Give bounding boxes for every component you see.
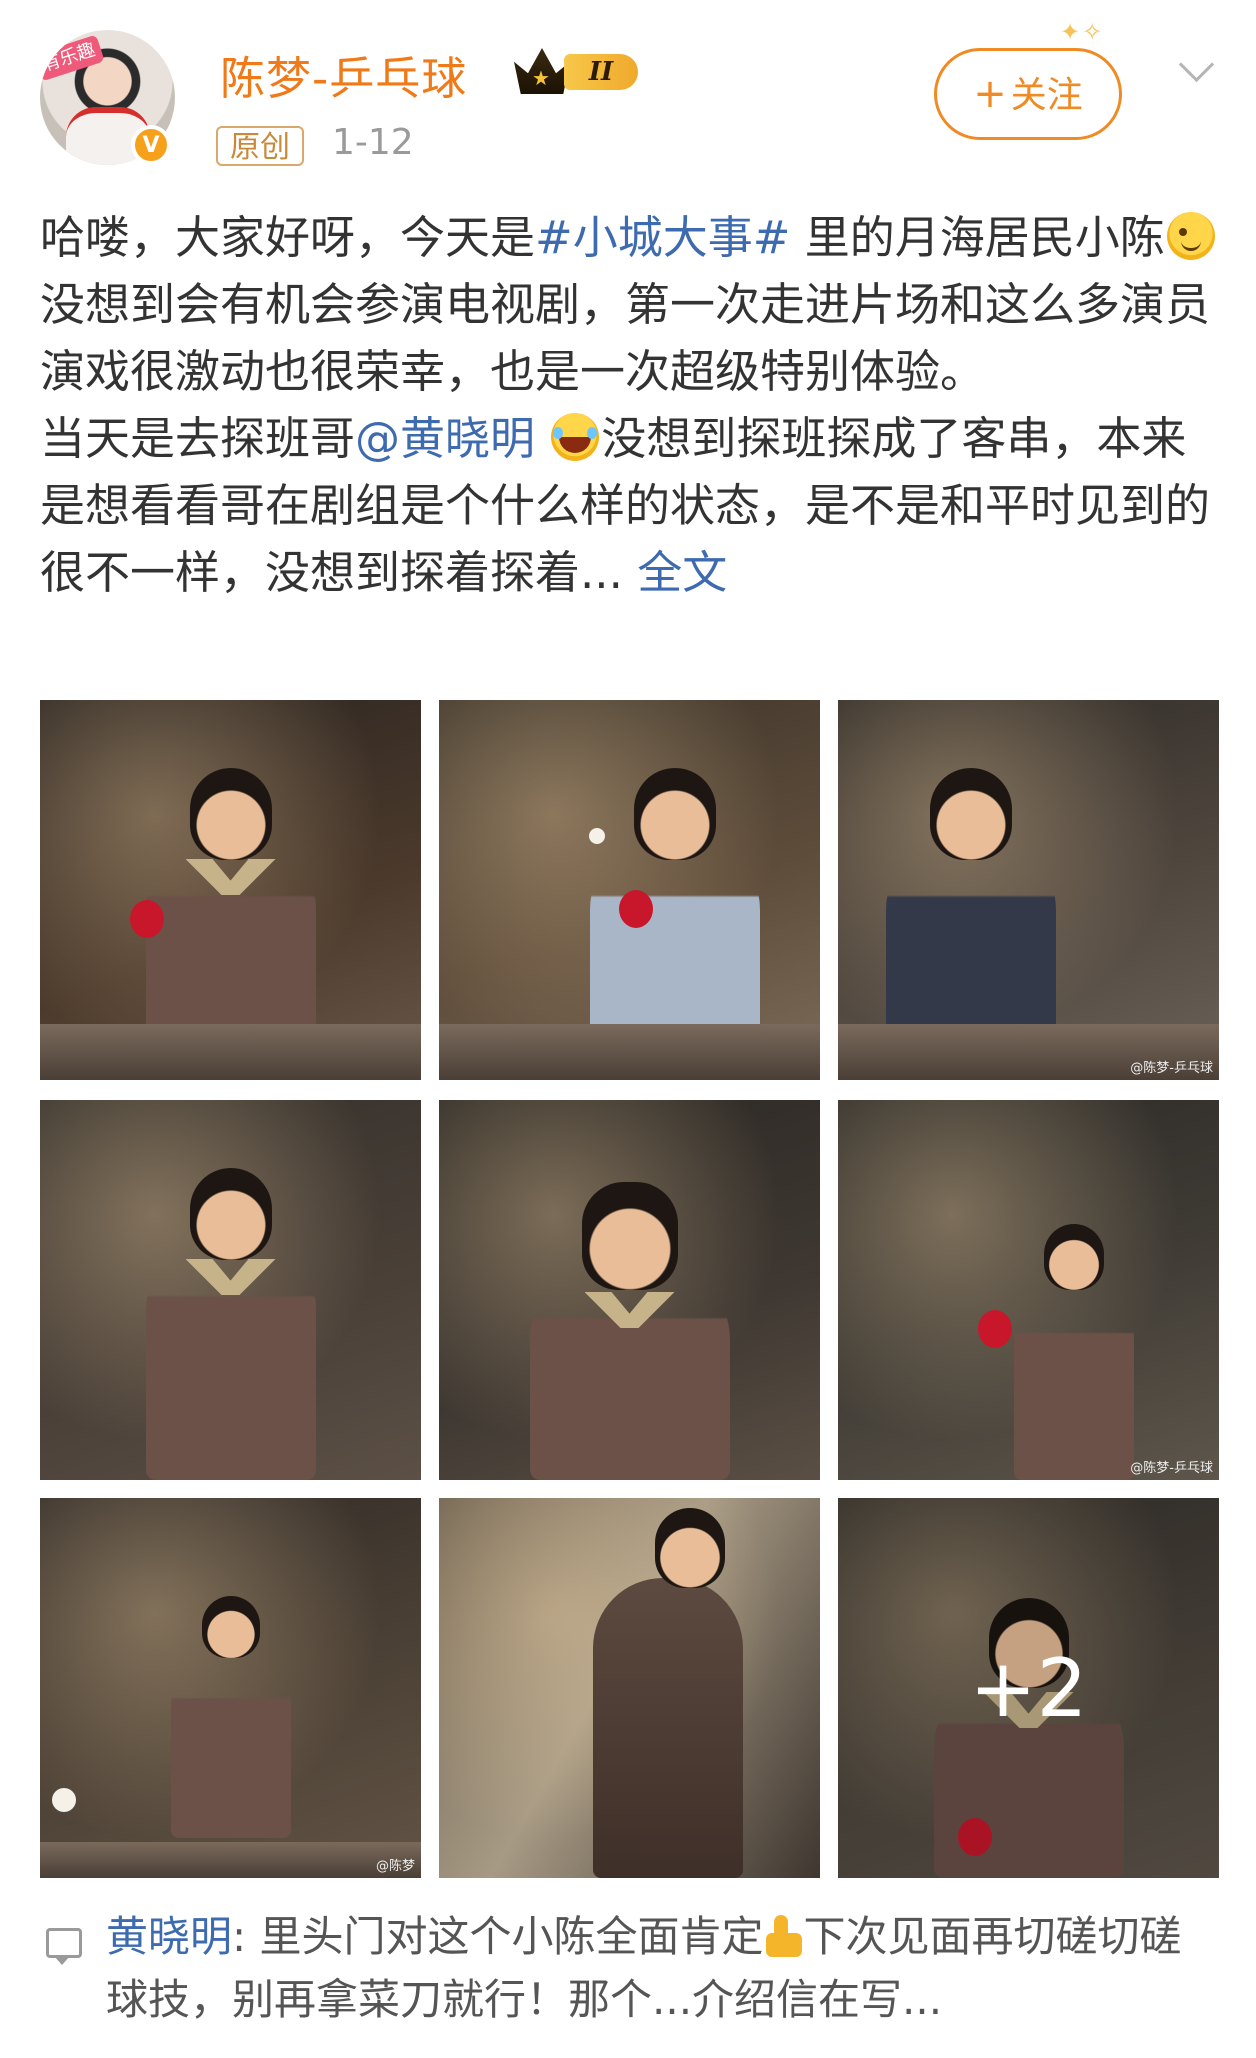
comment-colon: :: [232, 1912, 260, 1961]
comment-author[interactable]: 黄晓明: [106, 1912, 232, 1961]
photo-figure: [1014, 1280, 1135, 1480]
paddle-icon: [619, 890, 653, 928]
photo-figure: [170, 1648, 291, 1838]
photo-thumbnail[interactable]: [40, 1100, 421, 1480]
chevron-down-icon[interactable]: [1178, 52, 1212, 86]
post-text-segment: 没想到会有机会参演电视剧，第一次走进片场和这么多演员演戏很激动也很荣幸，也是一次…: [40, 278, 1211, 398]
sparkle-icon: ✦✧: [1060, 18, 1105, 46]
wink-emoji-icon: [1166, 212, 1215, 260]
username[interactable]: 陈梦-乒乓球: [220, 42, 467, 107]
post-text-segment: 哈喽，大家好呀，今天是: [40, 211, 536, 264]
photo-grid: @陈梦-乒乓球 @陈梦-乒乓球 @陈梦 +2: [40, 700, 1220, 1878]
full-text-link[interactable]: 全文: [637, 546, 727, 599]
paddle-icon: [978, 1310, 1012, 1348]
more-photos-count[interactable]: +2: [838, 1498, 1219, 1878]
photo-thumbnail[interactable]: [439, 1100, 820, 1480]
follow-label: 关注: [1010, 75, 1083, 116]
post-text-segment: 当天是去探班哥: [40, 412, 356, 465]
photo-watermark: @陈梦: [375, 1859, 415, 1874]
photo-table: [40, 1024, 421, 1080]
comment-icon: [46, 1928, 82, 1965]
photo-thumbnail[interactable]: [439, 1498, 820, 1878]
comment-text: 里头门对这个小陈全面肯定: [259, 1912, 764, 1961]
verified-badge-icon: V: [131, 125, 171, 165]
photo-figure-head: [201, 1596, 260, 1658]
photo-watermark: @陈梦-乒乓球: [1130, 1061, 1213, 1076]
star-icon: ★: [532, 66, 550, 90]
photo-thumbnail[interactable]: [40, 700, 421, 1080]
post-timestamp: 1-12: [332, 122, 414, 163]
level-number: II: [564, 54, 638, 90]
photo-thumbnail[interactable]: @陈梦: [40, 1498, 421, 1878]
original-tag: 原创: [216, 126, 304, 166]
level-badge[interactable]: ★ II: [514, 48, 640, 94]
plus-icon: +: [973, 71, 1007, 117]
photo-thumbnail[interactable]: [439, 700, 820, 1080]
mention-link[interactable]: @黄晓明: [355, 412, 535, 465]
ball-icon: [589, 828, 605, 844]
photo-figure: [529, 1260, 730, 1480]
photo-figure-head: [1044, 1224, 1105, 1290]
top-comment[interactable]: 黄晓明: 里头门对这个小陈全面肯定 下次见面再切磋切磋球技，别再拿菜刀就行！那个.…: [106, 1905, 1216, 2031]
thumbs-up-icon: [764, 1915, 804, 1959]
photo-figure: [145, 1230, 316, 1480]
photo-watermark: @陈梦-乒乓球: [1130, 1461, 1213, 1476]
photo-figure-head: [634, 768, 717, 860]
laughing-emoji-icon: [551, 413, 600, 461]
post-header: 有乐趣 V 陈梦-乒乓球 ★ II 原创 1-12 ✦✧ + 关注: [0, 0, 1256, 180]
photo-figure: [592, 1578, 743, 1878]
post-body: 哈喽，大家好呀，今天是#小城大事# 里的月海居民小陈没想到会有机会参演电视剧，第…: [40, 204, 1220, 606]
photo-thumbnail[interactable]: +2: [838, 1498, 1219, 1878]
paddle-icon: [130, 900, 164, 938]
photo-table: [40, 1842, 421, 1878]
topic-link[interactable]: #小城大事#: [535, 211, 790, 264]
avatar-tag: 有乐趣: [40, 34, 105, 82]
follow-button[interactable]: + 关注: [934, 48, 1122, 140]
photo-figure-head: [189, 768, 272, 860]
photo-thumbnail[interactable]: @陈梦-乒乓球: [838, 1100, 1219, 1480]
photo-figure-head: [655, 1508, 726, 1588]
photo-figure-head: [581, 1182, 678, 1290]
photo-thumbnail[interactable]: @陈梦-乒乓球: [838, 700, 1219, 1080]
photo-figure-head: [189, 1168, 272, 1260]
post-text-segment: 里的月海居民小陈: [790, 211, 1165, 264]
ball-icon: [52, 1788, 76, 1812]
photo-figure-head: [930, 768, 1013, 860]
photo-table: [439, 1024, 820, 1080]
